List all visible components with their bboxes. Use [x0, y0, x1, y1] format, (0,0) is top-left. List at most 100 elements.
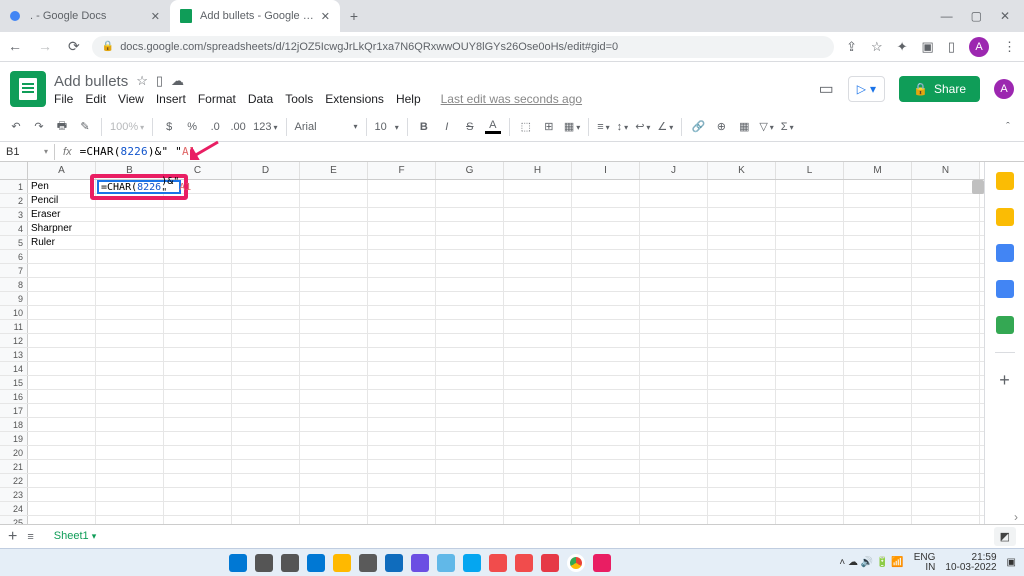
cell[interactable]: [708, 194, 776, 207]
plus-icon[interactable]: +: [996, 371, 1014, 389]
cell[interactable]: [300, 488, 368, 501]
cell[interactable]: [640, 474, 708, 487]
cell[interactable]: [912, 292, 980, 305]
cell[interactable]: [572, 180, 640, 193]
calendar-icon[interactable]: [996, 172, 1014, 190]
percent-button[interactable]: %: [184, 121, 200, 133]
name-box[interactable]: B1: [0, 142, 44, 161]
cell[interactable]: [96, 334, 164, 347]
cell[interactable]: [232, 404, 300, 417]
share-button[interactable]: 🔒 Share: [899, 76, 980, 102]
cell[interactable]: [708, 362, 776, 375]
cell[interactable]: [708, 208, 776, 221]
cell[interactable]: [572, 320, 640, 333]
cell[interactable]: [164, 264, 232, 277]
row-header[interactable]: 17: [0, 404, 28, 417]
cell[interactable]: [572, 432, 640, 445]
cell[interactable]: [164, 404, 232, 417]
side-panel-collapse[interactable]: ›: [1014, 510, 1018, 524]
cell[interactable]: [436, 194, 504, 207]
formula-input[interactable]: =CHAR(8226)&" "A1: [80, 145, 1024, 158]
cell[interactable]: [912, 278, 980, 291]
cell[interactable]: [776, 334, 844, 347]
cell[interactable]: [300, 222, 368, 235]
cell[interactable]: [776, 278, 844, 291]
cell[interactable]: [368, 334, 436, 347]
cell[interactable]: [232, 488, 300, 501]
cell[interactable]: [504, 488, 572, 501]
filter-button[interactable]: ▽▾: [759, 120, 773, 133]
cell[interactable]: [640, 194, 708, 207]
cell[interactable]: [504, 320, 572, 333]
cell[interactable]: [164, 222, 232, 235]
cell[interactable]: [28, 474, 96, 487]
column-header[interactable]: F: [368, 162, 436, 179]
active-cell-editor[interactable]: =CHAR(8226)&" "A1: [97, 180, 181, 194]
cell[interactable]: [708, 390, 776, 403]
cell[interactable]: [572, 208, 640, 221]
cell[interactable]: [504, 236, 572, 249]
cell[interactable]: [232, 278, 300, 291]
fill-color-button[interactable]: ⬚: [518, 120, 534, 133]
row-header[interactable]: 4: [0, 222, 28, 235]
cell[interactable]: [368, 348, 436, 361]
cell[interactable]: [300, 334, 368, 347]
window-minimize-button[interactable]: —: [941, 9, 953, 23]
move-icon[interactable]: ▯: [156, 73, 163, 89]
cell[interactable]: [436, 432, 504, 445]
cell[interactable]: [776, 320, 844, 333]
cell[interactable]: [504, 432, 572, 445]
present-button[interactable]: ▷ ▾: [848, 76, 885, 102]
app4-icon[interactable]: [463, 554, 481, 572]
cell[interactable]: [436, 460, 504, 473]
cell[interactable]: [708, 236, 776, 249]
cell[interactable]: [640, 362, 708, 375]
cell[interactable]: [640, 390, 708, 403]
row-header[interactable]: 6: [0, 250, 28, 263]
cell[interactable]: [844, 236, 912, 249]
column-header[interactable]: H: [504, 162, 572, 179]
cell[interactable]: [572, 418, 640, 431]
cell[interactable]: [232, 432, 300, 445]
cell[interactable]: [28, 306, 96, 319]
menu-help[interactable]: Help: [396, 92, 421, 106]
cell[interactable]: [776, 460, 844, 473]
cell[interactable]: [368, 376, 436, 389]
row-header[interactable]: 13: [0, 348, 28, 361]
rotate-button[interactable]: ∠▾: [657, 120, 673, 133]
cell[interactable]: [300, 376, 368, 389]
cell[interactable]: [28, 418, 96, 431]
cell[interactable]: [96, 432, 164, 445]
column-header[interactable]: L: [776, 162, 844, 179]
cell[interactable]: [504, 460, 572, 473]
row-header[interactable]: 20: [0, 446, 28, 459]
cell[interactable]: [844, 516, 912, 524]
cell[interactable]: [572, 278, 640, 291]
cell[interactable]: [368, 306, 436, 319]
cell[interactable]: [300, 320, 368, 333]
app7-icon[interactable]: [541, 554, 559, 572]
cell[interactable]: [844, 362, 912, 375]
menu-format[interactable]: Format: [198, 92, 236, 106]
cell[interactable]: [28, 432, 96, 445]
cell[interactable]: [504, 250, 572, 263]
cell[interactable]: [96, 418, 164, 431]
column-header[interactable]: A: [28, 162, 96, 179]
cell[interactable]: [640, 306, 708, 319]
row-header[interactable]: 5: [0, 236, 28, 249]
reading-icon[interactable]: ▯: [948, 39, 955, 55]
decimal-dec-button[interactable]: .0: [207, 121, 223, 133]
cell[interactable]: [504, 376, 572, 389]
cell[interactable]: [912, 516, 980, 524]
row-header[interactable]: 3: [0, 208, 28, 221]
cell[interactable]: [572, 460, 640, 473]
last-edit-status[interactable]: Last edit was seconds ago: [441, 92, 582, 106]
cell[interactable]: [28, 376, 96, 389]
row-header[interactable]: 21: [0, 460, 28, 473]
cell[interactable]: [708, 488, 776, 501]
cell[interactable]: [368, 278, 436, 291]
cell[interactable]: [708, 180, 776, 193]
borders-button[interactable]: ⊞: [541, 120, 557, 133]
cell[interactable]: [164, 488, 232, 501]
cell[interactable]: [96, 362, 164, 375]
